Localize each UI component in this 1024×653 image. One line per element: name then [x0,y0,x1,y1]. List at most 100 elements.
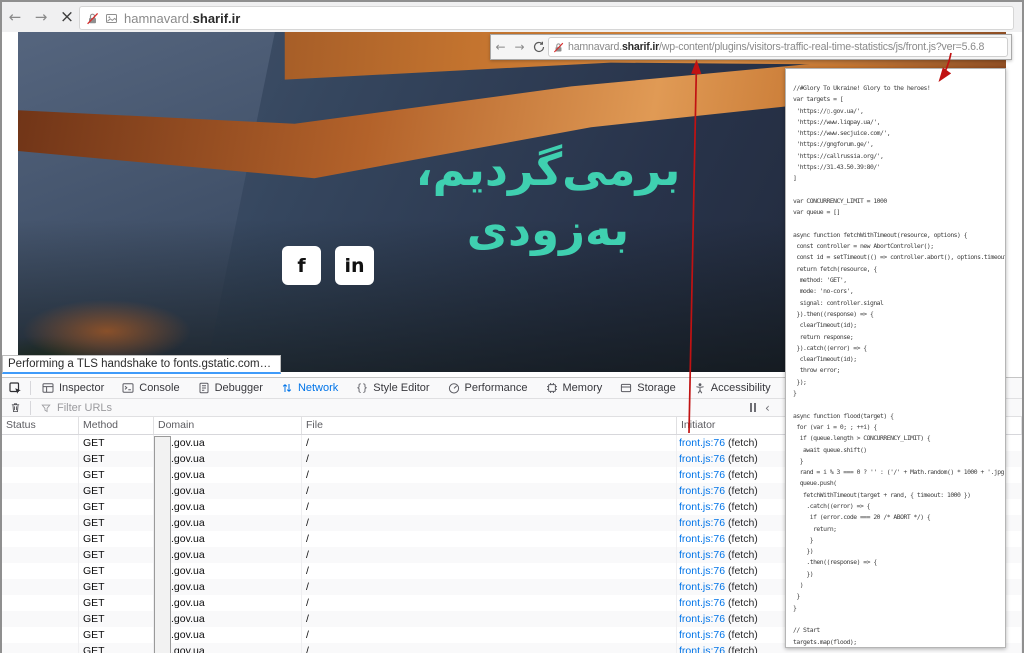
cell-file: / [302,483,677,499]
cell-method: GET [79,451,154,467]
tab-network[interactable]: Network [272,378,347,398]
column-header-status[interactable]: Status [2,417,79,434]
tab-memory[interactable]: Memory [537,378,612,398]
initiator-link[interactable]: front.js:76 [679,645,725,653]
initiator-link[interactable]: front.js:76 [679,629,725,641]
cell-domain: .gov.ua [154,595,302,611]
initiator-link[interactable]: front.js:76 [679,485,725,497]
code-panel: //#Glory To Ukraine! Glory to the heroes… [785,68,1006,648]
initiator-link[interactable]: front.js:76 [679,453,725,465]
cell-status [2,499,79,515]
overlay-forward-button[interactable]: → [510,40,529,54]
facebook-button[interactable]: f [282,246,321,285]
browser-toolbar: ← → × hamnavard.sharif.ir [2,2,1022,32]
tab-style-editor[interactable]: {} Style Editor [347,378,438,398]
cell-method: GET [79,499,154,515]
overlay-url-field[interactable]: hamnavard.sharif.ir/wp-content/plugins/v… [548,37,1008,57]
address-bar[interactable]: hamnavard.sharif.ir [79,6,1014,30]
tab-accessibility[interactable]: Accessibility [685,378,780,398]
chevron-left-icon[interactable]: ‹ [765,401,770,415]
cell-method: GET [79,563,154,579]
front-js-source: //#Glory To Ukraine! Glory to the heroes… [793,83,1005,648]
initiator-link[interactable]: front.js:76 [679,581,725,593]
initiator-link[interactable]: front.js:76 [679,597,725,609]
cell-domain: .gov.ua [154,499,302,515]
url-text: hamnavard.sharif.ir [124,11,240,26]
initiator-note: (fetch) [725,533,758,545]
tab-label: Debugger [215,382,263,394]
initiator-link[interactable]: front.js:76 [679,437,725,449]
cell-domain: .gov.ua [154,563,302,579]
initiator-link[interactable]: front.js:76 [679,549,725,561]
tab-debugger[interactable]: Debugger [189,378,272,398]
cell-status [2,515,79,531]
cell-file: / [302,451,677,467]
braces-icon: {} [356,382,368,394]
page-thumbnail-icon [105,12,118,25]
initiator-link[interactable]: front.js:76 [679,533,725,545]
reload-icon[interactable] [529,41,548,53]
column-header-method[interactable]: Method [79,417,154,434]
initiator-note: (fetch) [725,629,758,641]
cell-method: GET [79,467,154,483]
linkedin-button[interactable]: in [335,246,374,285]
cell-domain: .gov.ua [154,467,302,483]
overlay-insecure-lock-icon[interactable] [553,42,564,53]
cell-status [2,627,79,643]
cell-domain: .gov.ua [154,515,302,531]
cell-status [2,467,79,483]
cell-status [2,563,79,579]
cell-domain: .gov.ua [154,483,302,499]
initiator-link[interactable]: front.js:76 [679,501,725,513]
tab-label: Memory [563,382,603,394]
performance-icon [448,382,460,394]
cell-domain: .gov.ua [154,643,302,653]
initiator-note: (fetch) [725,485,758,497]
overlay-address-bar: ← → hamnavard.sharif.ir/wp-content/plugi… [490,34,1012,60]
initiator-note: (fetch) [725,469,758,481]
cell-method: GET [79,531,154,547]
overlay-back-button[interactable]: ← [491,40,510,54]
initiator-note: (fetch) [725,453,758,465]
tab-inspector[interactable]: Inspector [33,378,113,398]
cell-status [2,483,79,499]
initiator-link[interactable]: front.js:76 [679,517,725,529]
tab-label: Accessibility [711,382,771,394]
tab-console[interactable]: Console [113,378,188,398]
filter-urls-input[interactable] [55,401,239,415]
cell-domain: .gov.ua [154,547,302,563]
tab-storage[interactable]: Storage [611,378,685,398]
insecure-lock-icon[interactable] [86,12,99,25]
coming-soon-headline: برمی‌گردیم، به‌زودی [388,140,708,260]
memory-icon [546,382,558,394]
cell-status [2,435,79,451]
pick-element-icon[interactable] [2,382,28,395]
column-header-file[interactable]: File [302,417,677,434]
network-icon [281,382,293,394]
initiator-note: (fetch) [725,581,758,593]
initiator-note: (fetch) [725,597,758,609]
domain-redaction-box [154,436,171,653]
back-button[interactable]: ← [2,8,28,26]
cell-status [2,531,79,547]
cell-file: / [302,515,677,531]
tab-performance[interactable]: Performance [439,378,537,398]
cell-file: / [302,627,677,643]
forward-button[interactable]: → [28,8,54,26]
cell-method: GET [79,579,154,595]
stop-button[interactable]: × [54,7,80,27]
pause-icon[interactable] [750,403,756,412]
initiator-link[interactable]: front.js:76 [679,613,725,625]
tab-label: Performance [465,382,528,394]
initiator-link[interactable]: front.js:76 [679,565,725,577]
tab-label: Inspector [59,382,104,394]
tab-label: Style Editor [373,382,429,394]
overlay-url-text: hamnavard.sharif.ir/wp-content/plugins/v… [568,41,984,53]
column-header-domain[interactable]: Domain [154,417,302,434]
cell-method: GET [79,547,154,563]
divider [30,401,31,415]
initiator-link[interactable]: front.js:76 [679,469,725,481]
cell-domain: .gov.ua [154,451,302,467]
clear-requests-icon[interactable] [2,402,28,413]
cell-file: / [302,435,677,451]
